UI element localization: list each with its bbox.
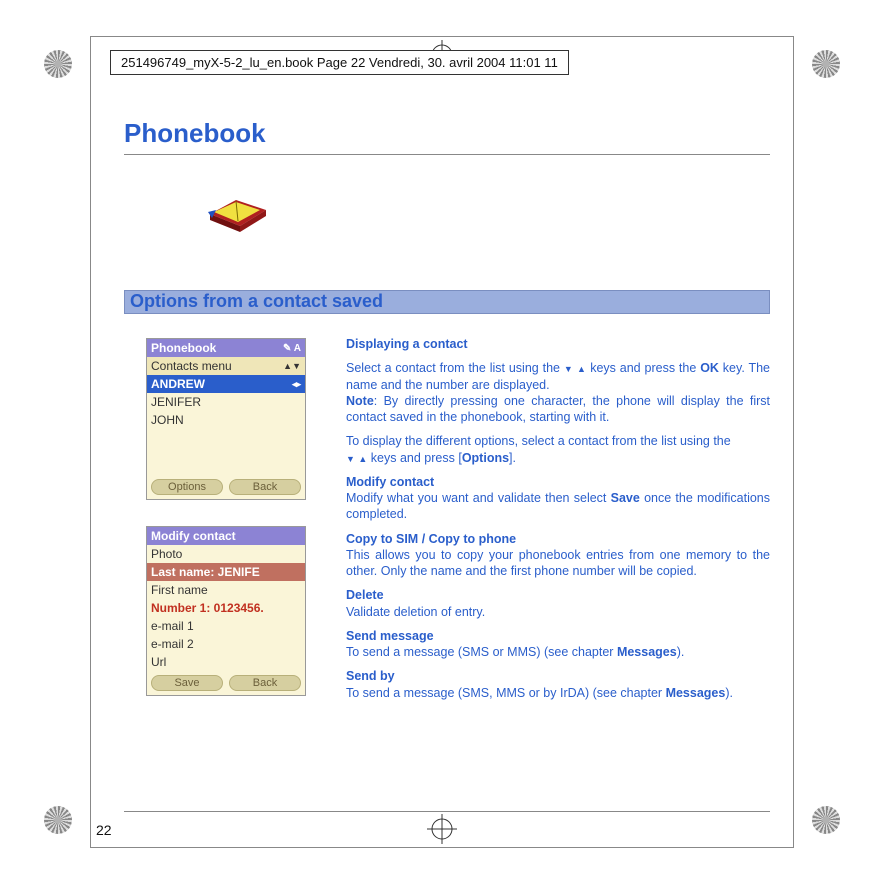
screen-title: Modify contact [147, 527, 305, 545]
scroll-arrows-icon: ◂▸ [292, 379, 301, 390]
footer-rule [124, 811, 770, 812]
title-rule [124, 154, 770, 155]
paragraph: Copy to SIM / Copy to phone This allows … [346, 531, 770, 580]
up-triangle-icon: ▲ [577, 364, 586, 374]
pencil-icon: ✎ A [283, 343, 301, 354]
list-item: JENIFER [151, 395, 201, 409]
down-triangle-icon: ▼ [564, 364, 573, 374]
heading-displaying: Displaying a contact [346, 336, 770, 352]
paragraph: Modify contact Modify what you want and … [346, 474, 770, 523]
softkey-save: Save [151, 675, 223, 691]
softkey-back: Back [229, 675, 301, 691]
paragraph: Send message To send a message (SMS or M… [346, 628, 770, 661]
body-text: Displaying a contact Select a contact fr… [346, 336, 770, 709]
paragraph: Delete Validate deletion of entry. [346, 587, 770, 620]
up-triangle-icon: ▲ [358, 454, 367, 464]
page-number: 22 [96, 822, 112, 838]
softkey-back: Back [229, 479, 301, 495]
doc-header: 251496749_myX-5-2_lu_en.book Page 22 Ven… [110, 50, 569, 75]
field-number1: Number 1: 0123456. [151, 601, 264, 615]
crop-mark-icon [812, 50, 840, 78]
book-icon [206, 186, 270, 234]
field-photo: Photo [151, 547, 182, 561]
up-down-arrows-icon: ▲▼ [283, 361, 301, 371]
crop-mark-icon [812, 806, 840, 834]
field-lastname: Last name: JENIFE [151, 565, 260, 579]
field-email2: e-mail 2 [151, 637, 194, 651]
field-url: Url [151, 655, 166, 669]
field-firstname: First name [151, 583, 208, 597]
field-email1: e-mail 1 [151, 619, 194, 633]
paragraph: Select a contact from the list using the… [346, 360, 770, 425]
screenshots-column: Phonebook ✎ A Contacts menu ▲▼ ANDREW ◂▸ J… [146, 338, 312, 722]
paragraph: To display the different options, select… [346, 433, 770, 466]
page-title: Phonebook [124, 118, 266, 149]
crop-mark-icon [44, 50, 72, 78]
section-title: Options from a contact saved [130, 291, 383, 312]
contacts-menu-label: Contacts menu [151, 359, 232, 373]
softkey-options: Options [151, 479, 223, 495]
paragraph: Send by To send a message (SMS, MMS or b… [346, 668, 770, 701]
down-triangle-icon: ▼ [346, 454, 355, 464]
crop-mark-icon [44, 806, 72, 834]
phone-screen-modify: Modify contact Photo Last name: JENIFE F… [146, 526, 306, 696]
list-item: JOHN [151, 413, 184, 427]
phone-screen-contacts: Phonebook ✎ A Contacts menu ▲▼ ANDREW ◂▸ J… [146, 338, 306, 500]
list-item: ANDREW [151, 377, 205, 391]
screen-title: Phonebook [151, 341, 216, 355]
